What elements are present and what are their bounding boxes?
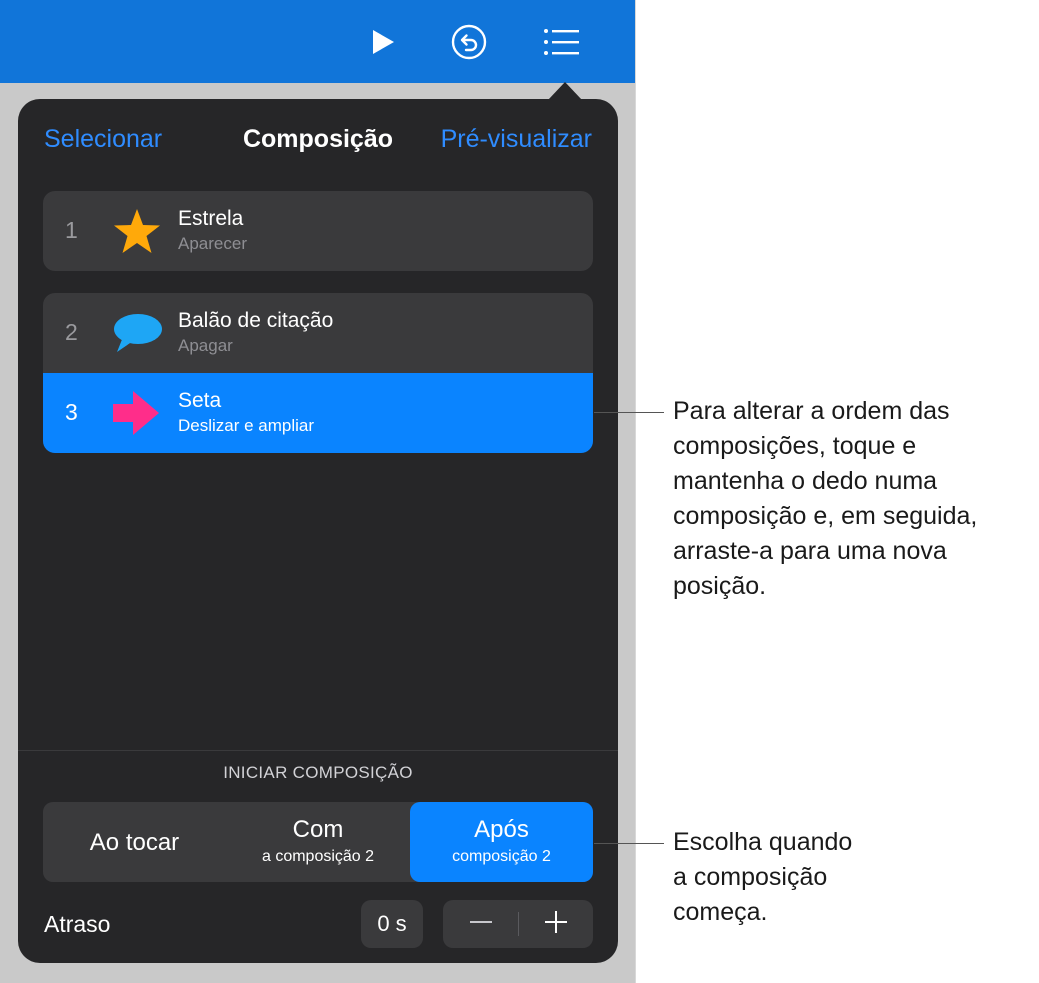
popover-header: Selecionar Composição Pré-visualizar: [18, 99, 618, 179]
toolbar: [0, 0, 635, 83]
build-number: 3: [65, 399, 78, 425]
star-icon: [111, 205, 163, 257]
list-icon[interactable]: [541, 22, 581, 62]
callout-text-line: Para alterar a ordem das: [673, 397, 950, 425]
device-edge: [635, 0, 636, 983]
build-effect: Apagar: [178, 336, 233, 355]
delay-value-field[interactable]: 0 s: [361, 900, 423, 948]
section-divider: [18, 750, 618, 751]
build-group-2: 2 Balão de citação Apagar 3 Seta Desliza…: [43, 293, 593, 453]
decrement-button[interactable]: [443, 900, 518, 948]
callout-reorder: Para alterar a ordem das composições, to…: [673, 394, 977, 604]
build-row-1[interactable]: 1 Estrela Aparecer: [43, 191, 593, 271]
segment-after-build[interactable]: Após composição 2: [410, 802, 593, 882]
build-row-2[interactable]: 2 Balão de citação Apagar: [43, 293, 593, 373]
callout-text-line: composições, toque e: [673, 432, 917, 460]
callout-text-line: começa.: [673, 898, 768, 926]
callout-line-start: [594, 843, 664, 844]
start-build-label: INICIAR COMPOSIÇÃO: [223, 763, 413, 782]
plus-icon: [544, 910, 568, 939]
build-name: Seta: [178, 389, 222, 412]
build-group-1: 1 Estrela Aparecer: [43, 191, 593, 271]
start-build-segmented-control: Ao tocar Com a composição 2 Após composi…: [43, 802, 593, 882]
segment-with-build[interactable]: Com a composição 2: [226, 802, 410, 882]
callout-line-reorder: [594, 412, 664, 413]
callout-text-line: composição e, em seguida,: [673, 502, 978, 530]
preview-button[interactable]: Pré-visualizar: [441, 125, 592, 154]
build-order-popover: Selecionar Composição Pré-visualizar 1 E…: [18, 99, 618, 963]
callout-start: Escolha quando a composição começa.: [673, 825, 852, 930]
device-screen: Selecionar Composição Pré-visualizar 1 E…: [0, 0, 635, 983]
speech-bubble-icon: [111, 307, 163, 359]
segment-sublabel: composição 2: [452, 848, 551, 865]
callout-text-line: a composição: [673, 863, 828, 891]
arrow-icon: [111, 387, 163, 439]
build-number: 2: [65, 319, 78, 345]
build-name: Balão de citação: [178, 309, 334, 332]
segment-on-tap[interactable]: Ao tocar: [43, 802, 226, 882]
minus-icon: [469, 910, 493, 939]
build-number: 1: [65, 217, 78, 243]
build-effect: Aparecer: [178, 234, 247, 253]
play-icon[interactable]: [362, 22, 402, 62]
build-name: Estrela: [178, 207, 244, 230]
build-effect: Deslizar e ampliar: [178, 416, 315, 435]
undo-icon[interactable]: [449, 22, 489, 62]
delay-label: Atraso: [44, 911, 111, 937]
callout-text-line: Escolha quando: [673, 828, 853, 856]
popover-pointer: [548, 82, 582, 100]
increment-button[interactable]: [518, 900, 593, 948]
build-row-3[interactable]: 3 Seta Deslizar e ampliar: [43, 373, 593, 453]
callout-text-line: posição.: [673, 572, 767, 600]
segment-label: Ao tocar: [89, 829, 180, 856]
callout-text-line: mantenha o dedo numa: [673, 467, 938, 495]
segment-sublabel: a composição 2: [261, 848, 375, 865]
delay-stepper: [443, 900, 593, 948]
segment-label: Com: [292, 816, 344, 843]
callout-text-line: arraste-a para uma nova: [673, 537, 947, 565]
segment-label: Após: [474, 816, 529, 843]
